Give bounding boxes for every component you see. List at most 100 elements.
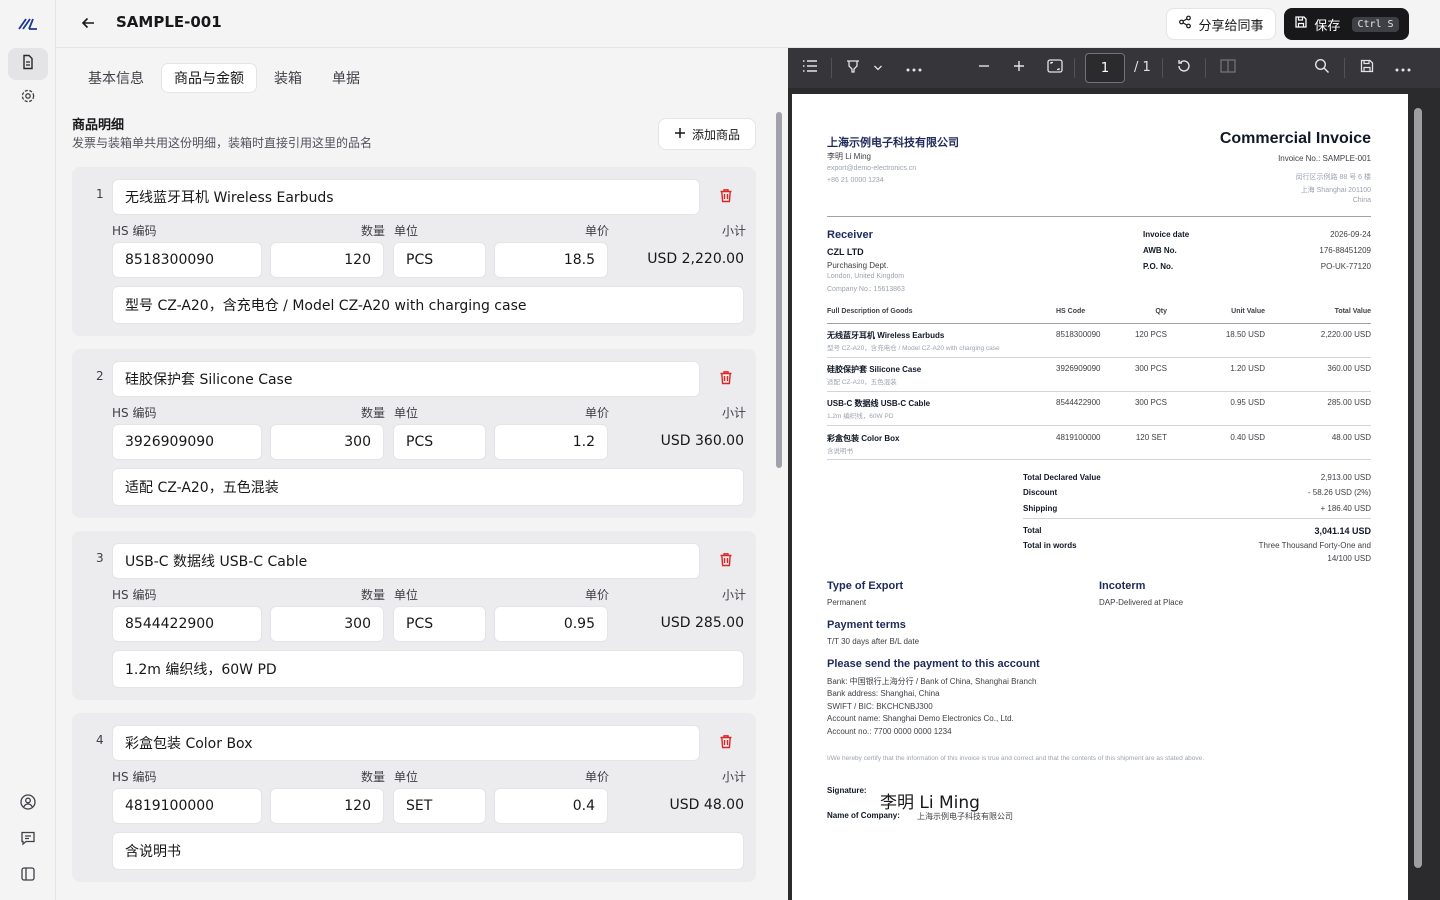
item-name-input[interactable]: 彩盒包装 Color Box [112, 725, 700, 761]
nav-settings[interactable] [8, 82, 48, 114]
unit-select[interactable]: SET [393, 788, 486, 824]
highlight-button[interactable] [843, 58, 863, 78]
total-in-words-line: 14/100 USD [1327, 554, 1371, 563]
goods-item-card: 2 硅胶保护套 Silicone Case HS 编码 数量 单位 单价 小计 … [72, 349, 756, 518]
total-in-words-label: Total in words [1023, 541, 1077, 550]
quantity-input[interactable]: 120 [270, 242, 384, 278]
item-number: 3 [96, 551, 104, 565]
share-button[interactable]: 分享给同事 [1166, 8, 1276, 40]
col-hs-code: HS Code [1056, 308, 1086, 315]
zoom-in-button[interactable] [1009, 58, 1029, 78]
unit-price-input[interactable]: 18.5 [494, 242, 608, 278]
row-item-name: USB-C 数据线 USB-C Cable [827, 399, 931, 408]
subtotal-label: 小计 [722, 224, 747, 238]
app-logo[interactable] [14, 12, 42, 36]
hs-label: HS 编码 [112, 406, 157, 420]
payment-terms-value: T/T 30 days after B/L date [827, 637, 920, 646]
seller-email: export@demo-electronics.cn [827, 165, 917, 172]
item-description-textarea[interactable]: 1.2m 编织线，60W PD [112, 650, 744, 688]
unit-price-input[interactable]: 0.4 [494, 788, 608, 824]
item-description-textarea[interactable]: 型号 CZ-A20，含充电仓 / Model CZ-A20 with charg… [112, 286, 744, 324]
back-button[interactable] [76, 12, 100, 36]
price-label: 单价 [585, 406, 610, 420]
grand-total-value: 3,041.14 USD [1314, 526, 1371, 536]
tab-goods-amount[interactable]: 商品与金额 [162, 64, 256, 92]
more-horizontal-icon [906, 60, 922, 76]
rotate-button[interactable] [1174, 58, 1194, 78]
viewer-menu-button[interactable] [1393, 58, 1413, 78]
nav-messages[interactable] [8, 824, 48, 856]
two-page-button[interactable] [1218, 58, 1238, 78]
item-name-input[interactable]: 无线蓝牙耳机 Wireless Earbuds [112, 179, 700, 215]
row-unit-value: 0.95 USD [1230, 398, 1265, 407]
nav-documents[interactable] [8, 48, 48, 80]
unit-select[interactable]: PCS [393, 424, 486, 460]
page-number-input[interactable]: 1 [1085, 53, 1125, 83]
more-tools-button[interactable] [904, 58, 924, 78]
signature-label: Signature: [827, 786, 867, 795]
unit-label: 单位 [394, 224, 419, 238]
pdf-scrollbar[interactable] [1412, 98, 1424, 898]
item-name-input[interactable]: USB-C 数据线 USB-C Cable [112, 543, 700, 579]
totals-label: Total Declared Value [1023, 473, 1101, 482]
table-header-rule [827, 323, 1371, 324]
item-subtotal: USD 360.00 [660, 433, 744, 449]
tab-documents[interactable]: 单据 [320, 64, 372, 92]
seller-company: 上海示例电子科技有限公司 [827, 137, 959, 149]
nav-account[interactable] [8, 788, 48, 820]
item-description-textarea[interactable]: 含说明书 [112, 832, 744, 870]
nav-collapse[interactable] [8, 860, 48, 892]
totals-value: - 58.26 USD (2%) [1307, 488, 1371, 497]
goods-scrollbar[interactable] [775, 100, 783, 890]
item-description-textarea[interactable]: 适配 CZ-A20，五色混装 [112, 468, 744, 506]
scrollbar-thumb[interactable] [1414, 108, 1422, 868]
totals-value: 2,913.00 USD [1320, 473, 1371, 482]
total-in-words-line: Three Thousand Forty-One and [1258, 541, 1371, 550]
export-type-value: Permanent [827, 598, 867, 607]
unit-price-input[interactable]: 0.95 [494, 606, 608, 642]
quantity-input[interactable]: 300 [270, 424, 384, 460]
highlight-dropdown[interactable] [868, 58, 888, 78]
export-type-heading: Type of Export [827, 580, 904, 592]
totals-rule [1023, 518, 1371, 519]
row-total: 360.00 USD [1327, 364, 1371, 373]
meta-label: Invoice date [1143, 230, 1190, 239]
save-shortcut: Ctrl S [1352, 16, 1399, 32]
download-button[interactable] [1357, 58, 1377, 78]
quantity-input[interactable]: 300 [270, 606, 384, 642]
price-label: 单价 [585, 588, 610, 602]
row-qty: 300 PCS [1134, 398, 1167, 407]
search-button[interactable] [1312, 58, 1332, 78]
receiver-heading: Receiver [827, 229, 873, 241]
item-number: 4 [96, 733, 104, 747]
item-name-input[interactable]: 硅胶保护套 Silicone Case [112, 361, 700, 397]
delete-item-button[interactable] [716, 369, 736, 389]
delete-item-button[interactable] [716, 733, 736, 753]
goods-item-card: 4 彩盒包装 Color Box HS 编码 数量 单位 单价 小计 48191… [72, 713, 756, 882]
hs-code-input[interactable]: 8544422900 [112, 606, 262, 642]
outline-button[interactable] [800, 58, 820, 78]
hs-code-input[interactable]: 8518300090 [112, 242, 262, 278]
gear-icon [20, 88, 36, 108]
fit-page-button[interactable] [1045, 58, 1065, 78]
quantity-input[interactable]: 120 [270, 788, 384, 824]
page-title: SAMPLE-001 [116, 13, 222, 31]
delete-item-button[interactable] [716, 551, 736, 571]
tab-basic-info[interactable]: 基本信息 [76, 64, 156, 92]
incoterm-value: DAP-Delivered at Place [1099, 598, 1184, 607]
unit-price-input[interactable]: 1.2 [494, 424, 608, 460]
unit-select[interactable]: PCS [393, 242, 486, 278]
share-icon [1178, 15, 1192, 33]
add-item-button[interactable]: 添加商品 [658, 118, 756, 150]
goods-list: 1 无线蓝牙耳机 Wireless Earbuds HS 编码 数量 单位 单价… [72, 167, 756, 887]
unit-select[interactable]: PCS [393, 606, 486, 642]
scrollbar-thumb[interactable] [776, 112, 782, 468]
item-subtotal: USD 2,220.00 [647, 251, 744, 267]
hs-code-input[interactable]: 4819100000 [112, 788, 262, 824]
tab-packing[interactable]: 装箱 [262, 64, 314, 92]
hs-code-input[interactable]: 3926909090 [112, 424, 262, 460]
zoom-out-button[interactable] [974, 58, 994, 78]
delete-item-button[interactable] [716, 187, 736, 207]
qty-label: 数量 [361, 588, 386, 602]
save-button[interactable]: 保存 Ctrl S [1284, 8, 1409, 40]
